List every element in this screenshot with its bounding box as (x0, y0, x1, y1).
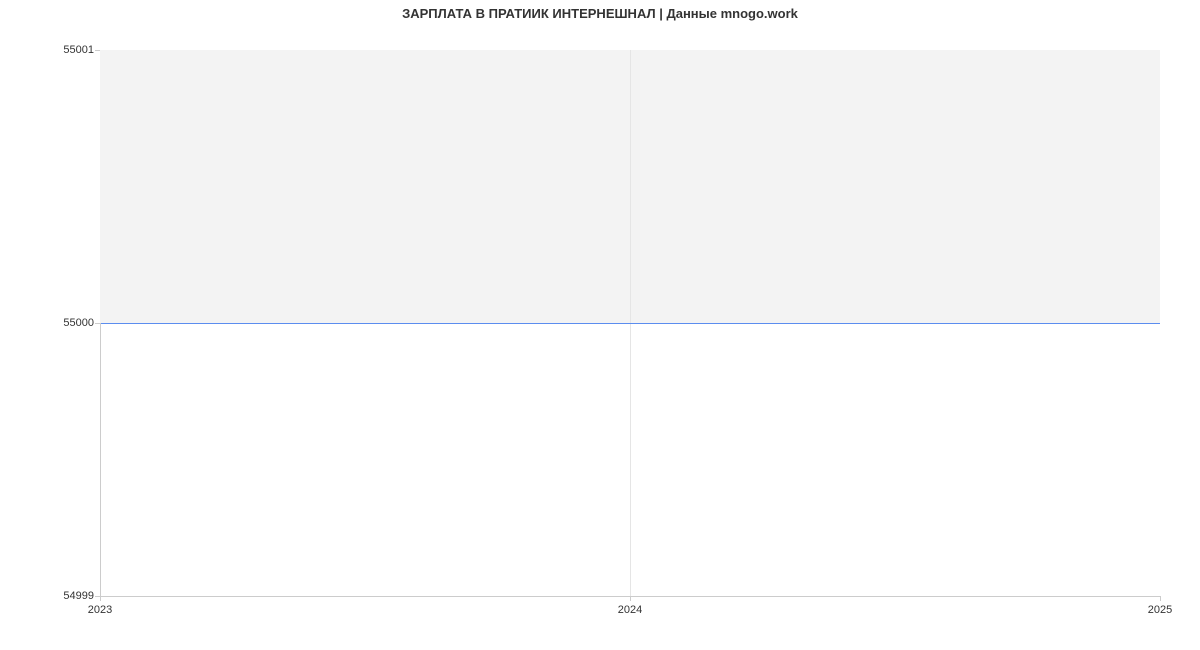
y-axis-spine (100, 323, 101, 596)
x-tick-label: 2023 (88, 604, 112, 616)
chart-container: ЗАРПЛАТА В ПРАТИИК ИНТЕРНЕШНАЛ | Данные … (0, 0, 1200, 650)
y-tick-label: 55000 (63, 317, 94, 329)
x-tick-mark (100, 596, 101, 601)
y-tick-label: 54999 (63, 590, 94, 602)
y-tick-label: 55001 (63, 44, 94, 56)
x-tick-label: 2025 (1148, 604, 1172, 616)
x-tick-label: 2024 (618, 604, 642, 616)
data-line (100, 323, 1160, 324)
x-tick-mark (1160, 596, 1161, 601)
plot-area (100, 50, 1160, 597)
chart-title: ЗАРПЛАТА В ПРАТИИК ИНТЕРНЕШНАЛ | Данные … (0, 6, 1200, 21)
x-tick-mark (630, 596, 631, 601)
